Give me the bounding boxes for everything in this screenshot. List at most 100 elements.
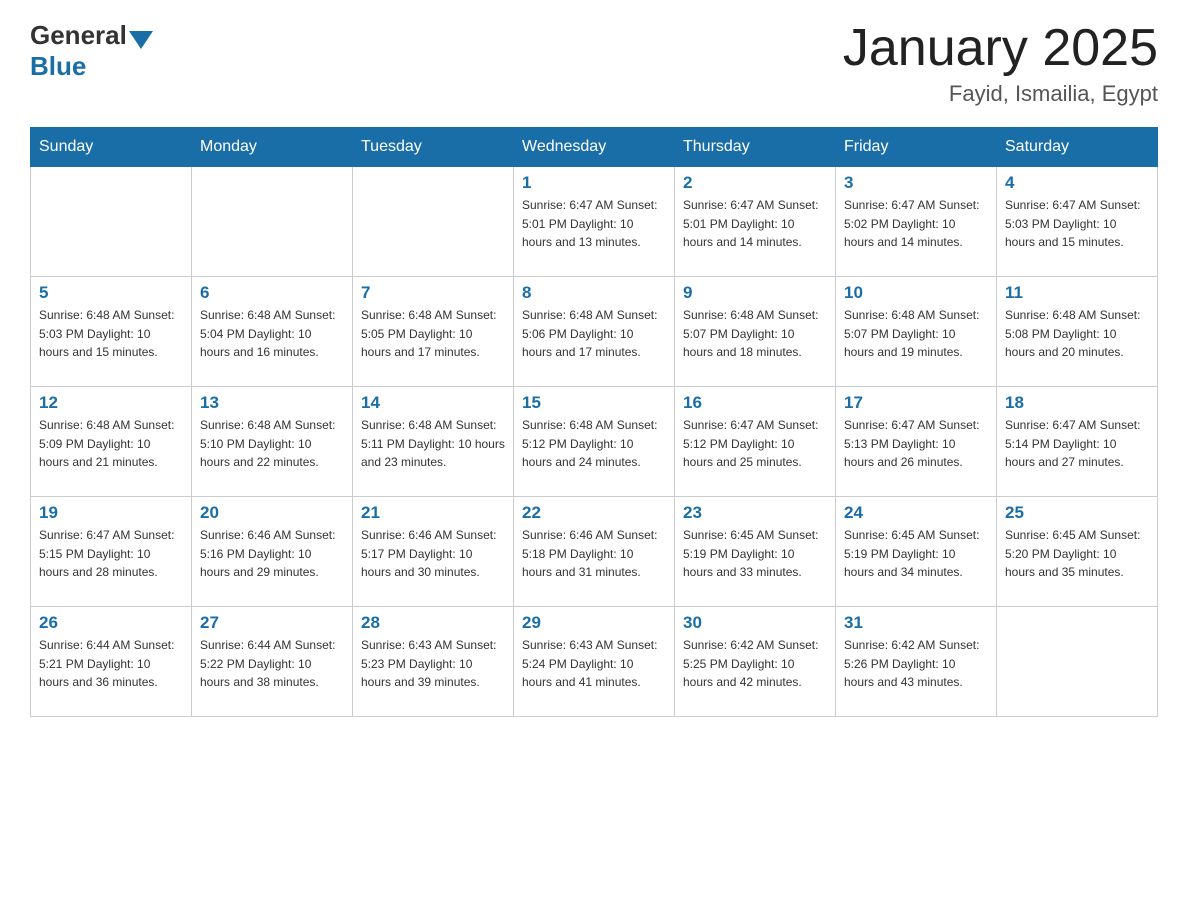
day-number: 10 <box>844 283 988 303</box>
day-number: 28 <box>361 613 505 633</box>
day-number: 5 <box>39 283 183 303</box>
calendar-cell: 9 Sunrise: 6:48 AM Sunset: 5:07 PM Daylig… <box>675 277 836 387</box>
calendar-cell: 4Sunrise: 6:47 AM Sunset: 5:03 PM Daylig… <box>997 167 1158 277</box>
day-of-week-header: Thursday <box>675 128 836 167</box>
calendar-week-row: 12 Sunrise: 6:48 AM Sunset: 5:09 PM Dayli… <box>31 387 1158 497</box>
calendar-cell: 1Sunrise: 6:47 AM Sunset: 5:01 PM Daylig… <box>514 167 675 277</box>
calendar-cell <box>31 167 192 277</box>
day-info: Sunrise: 6:46 AM Sunset: 5:18 PM Dayligh… <box>522 526 666 582</box>
day-number: 29 <box>522 613 666 633</box>
calendar-cell: 10 Sunrise: 6:48 AM Sunset: 5:07 PM Dayli… <box>836 277 997 387</box>
day-info: Sunrise: 6:48 AM Sunset: 5:07 PM Dayligh… <box>683 306 827 362</box>
day-number: 26 <box>39 613 183 633</box>
day-info: Sunrise: 6:47 AM Sunset: 5:14 PM Dayligh… <box>1005 416 1149 472</box>
day-info: Sunrise: 6:47 AM Sunset: 5:12 PM Dayligh… <box>683 416 827 472</box>
logo-blue-text: Blue <box>30 51 86 82</box>
calendar-cell: 23Sunrise: 6:45 AM Sunset: 5:19 PM Dayli… <box>675 497 836 607</box>
calendar-title: January 2025 <box>843 20 1158 77</box>
calendar-cell: 2Sunrise: 6:47 AM Sunset: 5:01 PM Daylig… <box>675 167 836 277</box>
day-of-week-header: Tuesday <box>353 128 514 167</box>
calendar-cell: 17 Sunrise: 6:47 AM Sunset: 5:13 PM Dayli… <box>836 387 997 497</box>
day-info: Sunrise: 6:46 AM Sunset: 5:17 PM Dayligh… <box>361 526 505 582</box>
day-number: 13 <box>200 393 344 413</box>
calendar-cell: 19 Sunrise: 6:47 AM Sunset: 5:15 PM Dayli… <box>31 497 192 607</box>
day-info: Sunrise: 6:48 AM Sunset: 5:08 PM Dayligh… <box>1005 306 1149 362</box>
calendar-cell: 16 Sunrise: 6:47 AM Sunset: 5:12 PM Dayli… <box>675 387 836 497</box>
calendar-cell <box>353 167 514 277</box>
calendar-week-row: 5 Sunrise: 6:48 AM Sunset: 5:03 PM Daylig… <box>31 277 1158 387</box>
calendar-cell: 8Sunrise: 6:48 AM Sunset: 5:06 PM Daylig… <box>514 277 675 387</box>
day-number: 9 <box>683 283 827 303</box>
calendar-cell: 25 Sunrise: 6:45 AM Sunset: 5:20 PM Dayli… <box>997 497 1158 607</box>
logo: General Blue <box>30 20 155 82</box>
day-of-week-header: Wednesday <box>514 128 675 167</box>
day-info: Sunrise: 6:47 AM Sunset: 5:02 PM Dayligh… <box>844 196 988 252</box>
calendar-week-row: 26 Sunrise: 6:44 AM Sunset: 5:21 PM Dayli… <box>31 607 1158 717</box>
calendar-cell: 5 Sunrise: 6:48 AM Sunset: 5:03 PM Daylig… <box>31 277 192 387</box>
day-number: 22 <box>522 503 666 523</box>
day-info: Sunrise: 6:44 AM Sunset: 5:22 PM Dayligh… <box>200 636 344 692</box>
logo-arrow-icon <box>129 31 153 49</box>
calendar-week-row: 1 Sunrise: 6:47 AM Sunset: 5:01 PM Daylig… <box>31 167 1158 277</box>
calendar-cell: 11Sunrise: 6:48 AM Sunset: 5:08 PM Dayli… <box>997 277 1158 387</box>
day-info: Sunrise: 6:47 AM Sunset: 5:15 PM Dayligh… <box>39 526 183 582</box>
calendar-cell: 31 Sunrise: 6:42 AM Sunset: 5:26 PM Dayli… <box>836 607 997 717</box>
day-number: 7 <box>361 283 505 303</box>
day-number: 17 <box>844 393 988 413</box>
day-number: 19 <box>39 503 183 523</box>
calendar-cell: 12 Sunrise: 6:48 AM Sunset: 5:09 PM Dayli… <box>31 387 192 497</box>
calendar-cell: 22 Sunrise: 6:46 AM Sunset: 5:18 PM Dayli… <box>514 497 675 607</box>
day-info: Sunrise: 6:43 AM Sunset: 5:24 PM Dayligh… <box>522 636 666 692</box>
calendar-header-row: SundayMondayTuesdayWednesdayThursdayFrid… <box>31 128 1158 167</box>
day-number: 8 <box>522 283 666 303</box>
day-info: Sunrise: 6:48 AM Sunset: 5:03 PM Dayligh… <box>39 306 183 362</box>
day-info: Sunrise: 6:45 AM Sunset: 5:20 PM Dayligh… <box>1005 526 1149 582</box>
day-info: Sunrise: 6:47 AM Sunset: 5:13 PM Dayligh… <box>844 416 988 472</box>
day-number: 21 <box>361 503 505 523</box>
day-number: 4 <box>1005 173 1149 193</box>
day-number: 25 <box>1005 503 1149 523</box>
day-info: Sunrise: 6:48 AM Sunset: 5:12 PM Dayligh… <box>522 416 666 472</box>
day-info: Sunrise: 6:48 AM Sunset: 5:09 PM Dayligh… <box>39 416 183 472</box>
day-info: Sunrise: 6:45 AM Sunset: 5:19 PM Dayligh… <box>683 526 827 582</box>
calendar-week-row: 19 Sunrise: 6:47 AM Sunset: 5:15 PM Dayli… <box>31 497 1158 607</box>
day-of-week-header: Sunday <box>31 128 192 167</box>
calendar-cell <box>997 607 1158 717</box>
day-info: Sunrise: 6:48 AM Sunset: 5:10 PM Dayligh… <box>200 416 344 472</box>
title-block: January 2025 Fayid, Ismailia, Egypt <box>843 20 1158 107</box>
day-of-week-header: Friday <box>836 128 997 167</box>
day-info: Sunrise: 6:45 AM Sunset: 5:19 PM Dayligh… <box>844 526 988 582</box>
day-number: 24 <box>844 503 988 523</box>
day-number: 14 <box>361 393 505 413</box>
calendar-cell <box>192 167 353 277</box>
page-header: General Blue January 2025 Fayid, Ismaili… <box>30 20 1158 107</box>
calendar-cell: 7 Sunrise: 6:48 AM Sunset: 5:05 PM Daylig… <box>353 277 514 387</box>
day-info: Sunrise: 6:48 AM Sunset: 5:05 PM Dayligh… <box>361 306 505 362</box>
calendar-table: SundayMondayTuesdayWednesdayThursdayFrid… <box>30 127 1158 717</box>
day-info: Sunrise: 6:48 AM Sunset: 5:11 PM Dayligh… <box>361 416 505 472</box>
calendar-subtitle: Fayid, Ismailia, Egypt <box>843 81 1158 107</box>
day-info: Sunrise: 6:44 AM Sunset: 5:21 PM Dayligh… <box>39 636 183 692</box>
day-info: Sunrise: 6:42 AM Sunset: 5:25 PM Dayligh… <box>683 636 827 692</box>
day-number: 12 <box>39 393 183 413</box>
day-info: Sunrise: 6:48 AM Sunset: 5:07 PM Dayligh… <box>844 306 988 362</box>
day-number: 3 <box>844 173 988 193</box>
day-number: 18 <box>1005 393 1149 413</box>
logo-general-text: General <box>30 20 127 51</box>
calendar-cell: 15 Sunrise: 6:48 AM Sunset: 5:12 PM Dayli… <box>514 387 675 497</box>
calendar-cell: 18 Sunrise: 6:47 AM Sunset: 5:14 PM Dayli… <box>997 387 1158 497</box>
day-of-week-header: Saturday <box>997 128 1158 167</box>
day-info: Sunrise: 6:48 AM Sunset: 5:04 PM Dayligh… <box>200 306 344 362</box>
day-info: Sunrise: 6:42 AM Sunset: 5:26 PM Dayligh… <box>844 636 988 692</box>
day-of-week-header: Monday <box>192 128 353 167</box>
day-number: 1 <box>522 173 666 193</box>
day-number: 16 <box>683 393 827 413</box>
day-number: 31 <box>844 613 988 633</box>
calendar-cell: 6Sunrise: 6:48 AM Sunset: 5:04 PM Daylig… <box>192 277 353 387</box>
day-number: 27 <box>200 613 344 633</box>
day-info: Sunrise: 6:47 AM Sunset: 5:01 PM Dayligh… <box>683 196 827 252</box>
day-info: Sunrise: 6:43 AM Sunset: 5:23 PM Dayligh… <box>361 636 505 692</box>
day-number: 15 <box>522 393 666 413</box>
calendar-cell: 20Sunrise: 6:46 AM Sunset: 5:16 PM Dayli… <box>192 497 353 607</box>
calendar-cell: 13 Sunrise: 6:48 AM Sunset: 5:10 PM Dayli… <box>192 387 353 497</box>
